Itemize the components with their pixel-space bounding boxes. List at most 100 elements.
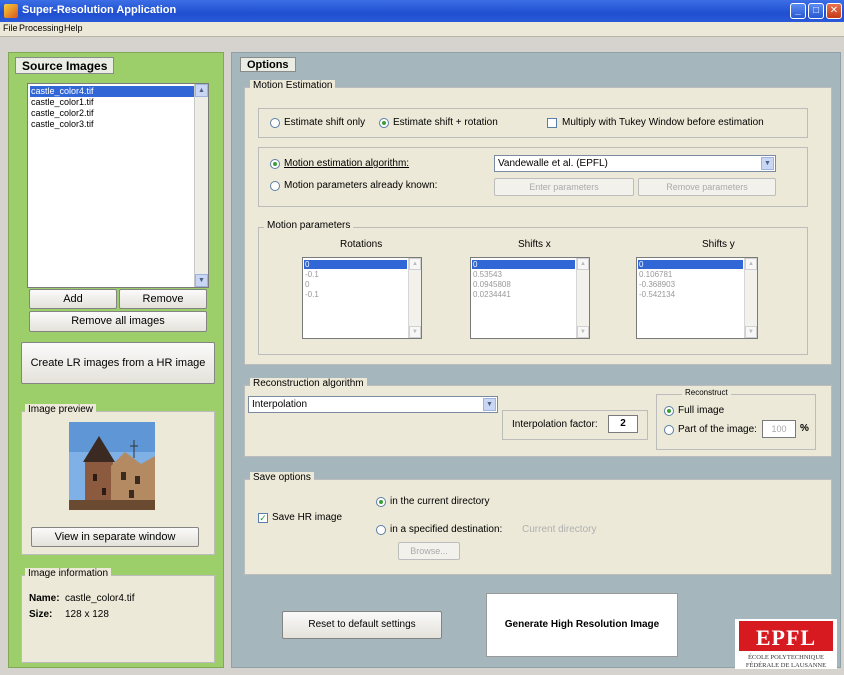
tukey-window-label: Multiply with Tukey Window before estima…: [562, 117, 764, 128]
full-image-radio[interactable]: [664, 406, 674, 416]
options-title: Options: [240, 57, 296, 72]
svg-text:EPFL: EPFL: [756, 625, 816, 650]
list-item[interactable]: 0: [472, 260, 575, 269]
source-images-title: Source Images: [15, 57, 115, 74]
part-image-radio[interactable]: [664, 425, 674, 435]
menu-help[interactable]: Help: [64, 23, 83, 33]
scroll-down-icon[interactable]: ▼: [745, 326, 757, 338]
list-item[interactable]: 0.0234441: [472, 290, 511, 299]
list-item[interactable]: 0.0945808: [472, 280, 511, 289]
motion-params-known-label: Motion parameters already known:: [284, 180, 438, 191]
list-scrollbar[interactable]: ▲ ▼: [744, 258, 757, 338]
current-directory-hint: Current directory: [522, 524, 597, 535]
interpolation-factor-input[interactable]: 2: [608, 415, 638, 433]
add-button[interactable]: Add: [29, 289, 117, 309]
list-item[interactable]: -0.368903: [638, 280, 675, 289]
image-preview: [69, 422, 155, 510]
list-item[interactable]: 0.106781: [638, 270, 672, 279]
create-lr-images-button[interactable]: Create LR images from a HR image: [21, 342, 215, 384]
reconstruct-title: Reconstruct: [682, 388, 731, 397]
motion-algorithm-radio[interactable]: [270, 159, 280, 169]
list-scrollbar[interactable]: ▲ ▼: [408, 258, 421, 338]
castle-preview-image: [69, 422, 155, 510]
reset-defaults-button[interactable]: Reset to default settings: [282, 611, 442, 639]
scroll-down-icon[interactable]: ▼: [195, 274, 208, 287]
shifts-y-list[interactable]: 0 0.106781 -0.368903 -0.542134 ▲ ▼: [636, 257, 758, 339]
menu-processing[interactable]: Processing: [19, 23, 64, 33]
shifts-x-list[interactable]: 0 0.53543 0.0945808 0.0234441 ▲ ▼: [470, 257, 590, 339]
chevron-down-icon: ▼: [483, 398, 496, 411]
motion-parameters-title: Motion parameters: [264, 220, 354, 231]
current-directory-label: in the current directory: [390, 496, 490, 507]
svg-text:FÉDÉRALE DE LAUSANNE: FÉDÉRALE DE LAUSANNE: [746, 661, 826, 669]
specified-destination-label: in a specified destination:: [390, 524, 503, 535]
list-scrollbar[interactable]: ▲ ▼: [576, 258, 589, 338]
motion-estimation-title: Motion Estimation: [250, 80, 336, 91]
enter-parameters-button[interactable]: Enter parameters: [494, 178, 634, 196]
reconstruction-title: Reconstruction algorithm: [250, 378, 367, 389]
shifts-x-label: Shifts x: [518, 239, 551, 250]
list-item[interactable]: -0.1: [304, 290, 319, 299]
epfl-logo-mark: EPFL ÉCOLE POLYTECHNIQUE FÉDÉRALE DE LAU…: [739, 621, 833, 669]
estimate-shift-only-label: Estimate shift only: [284, 117, 366, 128]
list-item[interactable]: castle_color2.tif: [30, 108, 94, 119]
chevron-down-icon: ▼: [761, 157, 774, 170]
list-item[interactable]: castle_color1.tif: [30, 97, 94, 108]
full-image-label: Full image: [678, 405, 725, 416]
list-item[interactable]: 0: [304, 260, 407, 269]
remove-parameters-button[interactable]: Remove parameters: [638, 178, 776, 196]
list-item[interactable]: 0.53543: [472, 270, 502, 279]
rotations-label: Rotations: [340, 239, 383, 250]
image-preview-title: Image preview: [25, 404, 97, 415]
close-button[interactable]: ✕: [826, 3, 842, 19]
tukey-window-checkbox[interactable]: [547, 118, 557, 128]
scroll-up-icon[interactable]: ▲: [745, 258, 757, 270]
epfl-logo: EPFL ÉCOLE POLYTECHNIQUE FÉDÉRALE DE LAU…: [735, 619, 837, 669]
estimate-shift-rotation-label: Estimate shift + rotation: [393, 117, 498, 128]
scroll-down-icon[interactable]: ▼: [409, 326, 421, 338]
specified-destination-radio[interactable]: [376, 525, 386, 535]
source-image-list[interactable]: castle_color4.tif castle_color1.tif cast…: [27, 83, 209, 288]
current-directory-radio[interactable]: [376, 497, 386, 507]
remove-button[interactable]: Remove: [119, 289, 207, 309]
shifts-y-label: Shifts y: [702, 239, 735, 250]
list-item[interactable]: 0: [304, 280, 309, 289]
title-bar: Super-Resolution Application _ □ ✕: [0, 0, 844, 22]
scroll-up-icon[interactable]: ▲: [409, 258, 421, 270]
estimate-shift-rotation-radio[interactable]: [379, 118, 389, 128]
part-image-input[interactable]: 100: [762, 420, 796, 438]
browse-button[interactable]: Browse...: [398, 542, 460, 560]
reconstruction-algorithm-dropdown[interactable]: Interpolation ▼: [248, 396, 498, 413]
scroll-down-icon[interactable]: ▼: [577, 326, 589, 338]
scroll-up-icon[interactable]: ▲: [577, 258, 589, 270]
estimate-shift-only-radio[interactable]: [270, 118, 280, 128]
rotations-list[interactable]: 0 -0.1 0 -0.1 ▲ ▼: [302, 257, 422, 339]
motion-algorithm-dropdown[interactable]: Vandewalle et al. (EPFL) ▼: [494, 155, 776, 172]
list-item[interactable]: -0.1: [304, 270, 319, 279]
app-icon: [4, 4, 18, 18]
percent-label: %: [800, 423, 809, 434]
motion-params-known-radio[interactable]: [270, 181, 280, 191]
scroll-up-icon[interactable]: ▲: [195, 84, 208, 97]
motion-algorithm-label: Motion estimation algorithm:: [284, 158, 410, 169]
view-separate-window-button[interactable]: View in separate window: [31, 527, 199, 547]
list-scrollbar[interactable]: ▲ ▼: [194, 84, 208, 287]
svg-text:ÉCOLE POLYTECHNIQUE: ÉCOLE POLYTECHNIQUE: [748, 653, 824, 661]
remove-all-images-button[interactable]: Remove all images: [29, 311, 207, 332]
menu-file[interactable]: File: [3, 23, 18, 33]
options-panel: Options Motion Estimation Estimate shift…: [231, 52, 841, 668]
motion-algorithm-value: Vandewalle et al. (EPFL): [498, 158, 608, 169]
list-item[interactable]: -0.542134: [638, 290, 675, 299]
menu-bar: File Processing Help: [0, 22, 844, 37]
save-hr-label: Save HR image: [272, 512, 343, 523]
save-hr-checkbox[interactable]: ✓: [258, 513, 268, 523]
list-item[interactable]: castle_color3.tif: [30, 119, 94, 130]
minimize-button[interactable]: _: [790, 3, 806, 19]
maximize-button[interactable]: □: [808, 3, 824, 19]
list-item[interactable]: castle_color4.tif: [30, 86, 194, 97]
generate-hr-image-button[interactable]: Generate High Resolution Image: [486, 593, 678, 657]
save-options-title: Save options: [250, 472, 314, 483]
source-panel: Source Images castle_color4.tif castle_c…: [8, 52, 224, 668]
image-information-title: Image information: [25, 568, 112, 579]
list-item[interactable]: 0: [638, 260, 743, 269]
